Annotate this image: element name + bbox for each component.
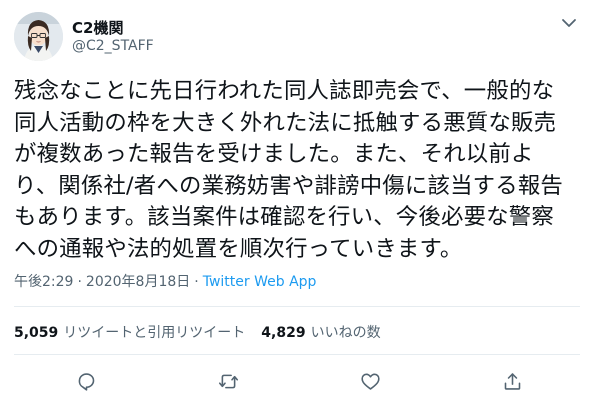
retweets-label: リツイートと引用リツイート (63, 325, 246, 341)
avatar-anime-girl-icon (14, 12, 63, 61)
retweet-button[interactable] (213, 366, 243, 396)
reply-icon (78, 372, 94, 391)
tweet-text: 残念なことに先日行われた同人誌即売会で、一般的な 同人活動の枠を大きく外れた法に… (14, 78, 564, 262)
tweet-time[interactable]: 午後2:29 (14, 274, 73, 290)
meta-separator: · (77, 274, 82, 290)
retweet-icon (218, 374, 238, 388)
like-button[interactable] (355, 366, 385, 396)
divider (14, 306, 580, 307)
retweets-count: 5,059 (14, 325, 59, 341)
more-options-button[interactable] (558, 12, 580, 34)
likes-label: いいねの数 (310, 325, 381, 341)
tweet-meta: 午後2:29 · 2020年8月18日 · Twitter Web App (14, 271, 316, 291)
author-display-name[interactable]: C2機関 (72, 17, 123, 38)
tweet-stats: 5,059 リツイートと引用リツイート 4,829 いいねの数 (14, 322, 381, 342)
meta-separator: · (194, 274, 199, 290)
tweet-date[interactable]: 2020年8月18日 (86, 274, 190, 290)
tweet-header: C2機関 @C2_STAFF (14, 8, 580, 64)
tweet-actions (0, 366, 594, 396)
like-icon (360, 373, 380, 390)
likes-count: 4,829 (261, 325, 306, 341)
retweets-stat[interactable]: 5,059 リツイートと引用リツイート (14, 325, 245, 341)
author-handle[interactable]: @C2_STAFF (72, 38, 154, 54)
avatar[interactable] (14, 12, 63, 61)
tweet-client-link[interactable]: Twitter Web App (203, 274, 317, 290)
chevron-down-icon (562, 19, 576, 27)
reply-button[interactable] (71, 366, 101, 396)
share-button[interactable] (497, 366, 527, 396)
share-icon (504, 372, 520, 390)
divider (14, 354, 580, 355)
likes-stat[interactable]: 4,829 いいねの数 (261, 325, 380, 341)
